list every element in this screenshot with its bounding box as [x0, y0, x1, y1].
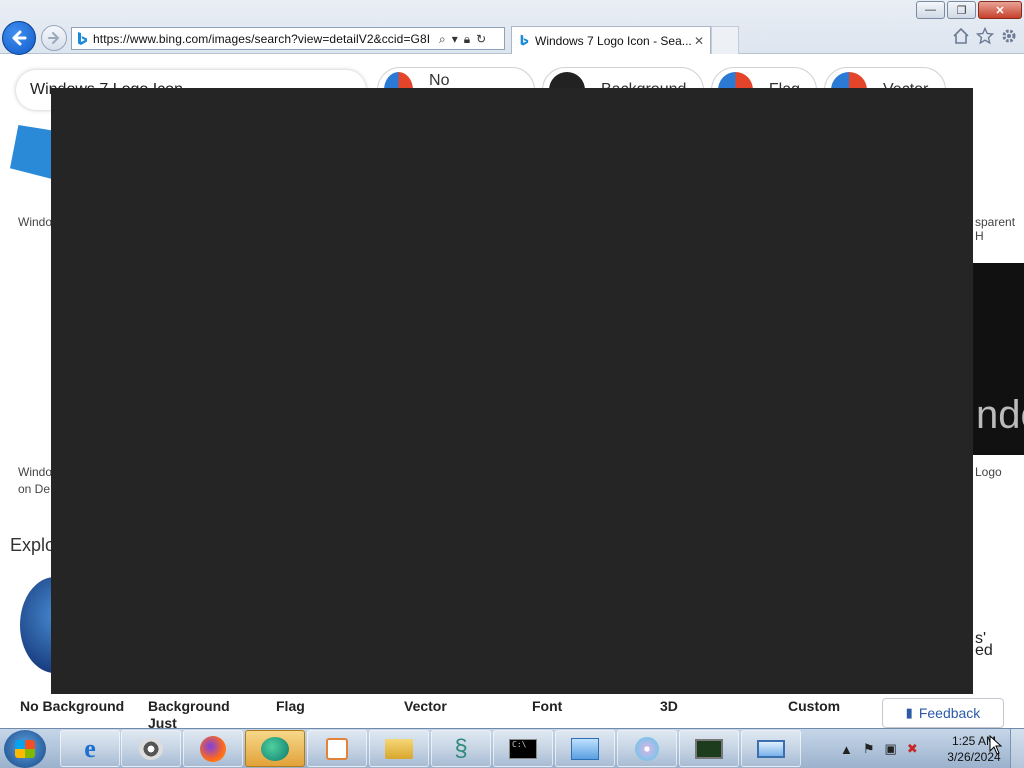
internet-explorer-icon: e: [84, 733, 96, 763]
explore-caption: ed: [975, 642, 993, 659]
category-vector[interactable]: Vector: [404, 698, 447, 715]
category-row: No Background Background Just Flag Vecto…: [0, 695, 1024, 728]
category-custom[interactable]: Custom: [788, 698, 840, 715]
volume-muted-icon[interactable]: ✖: [907, 741, 918, 757]
taskbar-firefox[interactable]: [183, 730, 243, 767]
close-button[interactable]: ✕: [978, 1, 1022, 19]
feedback-button[interactable]: ▮ Feedback: [882, 698, 1004, 728]
window-controls: — ❐ ✕: [914, 1, 1022, 19]
category-flag[interactable]: Flag: [276, 698, 305, 715]
disc-icon: [635, 736, 659, 761]
result-image-text: ndo: [976, 393, 1024, 437]
refresh-icon[interactable]: ↻: [476, 33, 486, 45]
folder-icon: [385, 738, 413, 759]
taskbar-snake-app[interactable]: §: [431, 730, 491, 767]
chat-bubble-icon: ▮: [905, 705, 913, 720]
search-icon[interactable]: ⌕: [439, 33, 446, 45]
taskbar-media-player[interactable]: [307, 730, 367, 767]
result-thumbnail[interactable]: ndo: [972, 263, 1024, 455]
minimize-button[interactable]: —: [916, 1, 945, 19]
taskbar-task-monitor[interactable]: [679, 730, 739, 767]
system-tray: ▲ ⚑ ▣ ✖: [840, 729, 918, 768]
windows-logo-icon: [15, 740, 35, 758]
command-icons: [952, 27, 1018, 45]
taskbar-raccoon-app[interactable]: [121, 730, 181, 767]
taskbar-remote-desktop[interactable]: [741, 730, 801, 767]
dropdown-icon[interactable]: ▾: [452, 33, 458, 45]
lock-icon[interactable]: 🔒︎: [464, 33, 470, 45]
result-caption[interactable]: Logo: [975, 465, 1002, 479]
taskbar-file-explorer[interactable]: [369, 730, 429, 767]
taskbar-internet-explorer[interactable]: e: [60, 730, 120, 767]
show-desktop-button[interactable]: [1010, 729, 1024, 768]
firefox-icon: [200, 735, 226, 762]
result-caption[interactable]: Windo: [18, 465, 52, 479]
address-bar[interactable]: https://www.bing.com/images/search?view=…: [71, 27, 505, 50]
network-icon[interactable]: ▣: [885, 741, 897, 757]
category-font[interactable]: Font: [532, 698, 562, 715]
category-no-background[interactable]: No Background: [20, 698, 124, 715]
bing-favicon-icon: [78, 31, 87, 45]
image-viewer-overlay[interactable]: [51, 88, 973, 694]
category-3d[interactable]: 3D: [660, 698, 678, 715]
taskbar-browser-app[interactable]: [245, 730, 305, 767]
tab-title: Windows 7 Logo Icon - Sea...: [535, 33, 692, 48]
result-thumbnail[interactable]: [10, 125, 52, 179]
star-icon[interactable]: [976, 27, 994, 45]
action-center-flag-icon[interactable]: ⚑: [863, 741, 875, 757]
explore-heading: Explo: [10, 535, 56, 555]
bing-favicon-icon: [520, 34, 529, 46]
mouse-cursor-icon: [989, 735, 1003, 755]
show-hidden-icons-icon[interactable]: ▲: [840, 742, 853, 757]
back-arrow-icon: [12, 30, 27, 46]
forward-arrow-icon: [48, 32, 60, 44]
taskbar-disc-installer[interactable]: [617, 730, 677, 767]
tab-active[interactable]: Windows 7 Logo Icon - Sea... ✕: [511, 26, 711, 54]
feedback-label: Feedback: [918, 705, 981, 721]
forward-button[interactable]: [41, 25, 67, 51]
snake-icon: §: [454, 734, 468, 762]
taskbar-control-panel[interactable]: [555, 730, 615, 767]
result-caption[interactable]: Windo: [18, 215, 52, 229]
taskbar: e § C:\ ▲ ⚑ ▣ ✖ 1:25 AM 3/26/2024: [0, 728, 1024, 768]
tab-close-icon[interactable]: ✕: [694, 34, 704, 48]
taskbar-command-prompt[interactable]: C:\: [493, 730, 553, 767]
browser-toolbar: https://www.bing.com/images/search?view=…: [0, 0, 1024, 55]
media-player-icon: [326, 737, 348, 760]
gear-icon[interactable]: [1000, 27, 1018, 45]
new-tab-button[interactable]: [711, 26, 739, 54]
home-icon[interactable]: [952, 27, 970, 45]
command-prompt-icon: C:\: [509, 738, 537, 759]
raccoon-icon: [139, 737, 163, 760]
result-caption[interactable]: on De: [18, 482, 50, 496]
restore-button[interactable]: ❐: [947, 1, 976, 19]
control-panel-icon: [571, 737, 599, 760]
category-background-just[interactable]: Background Just: [148, 698, 238, 728]
result-caption[interactable]: sparent H: [975, 215, 1024, 243]
start-button[interactable]: [4, 730, 46, 768]
remote-desktop-icon: [757, 739, 785, 758]
url-text[interactable]: https://www.bing.com/images/search?view=…: [93, 32, 433, 46]
back-button[interactable]: [2, 21, 36, 55]
browser-app-icon: [261, 736, 289, 761]
monitor-icon: [695, 738, 723, 759]
